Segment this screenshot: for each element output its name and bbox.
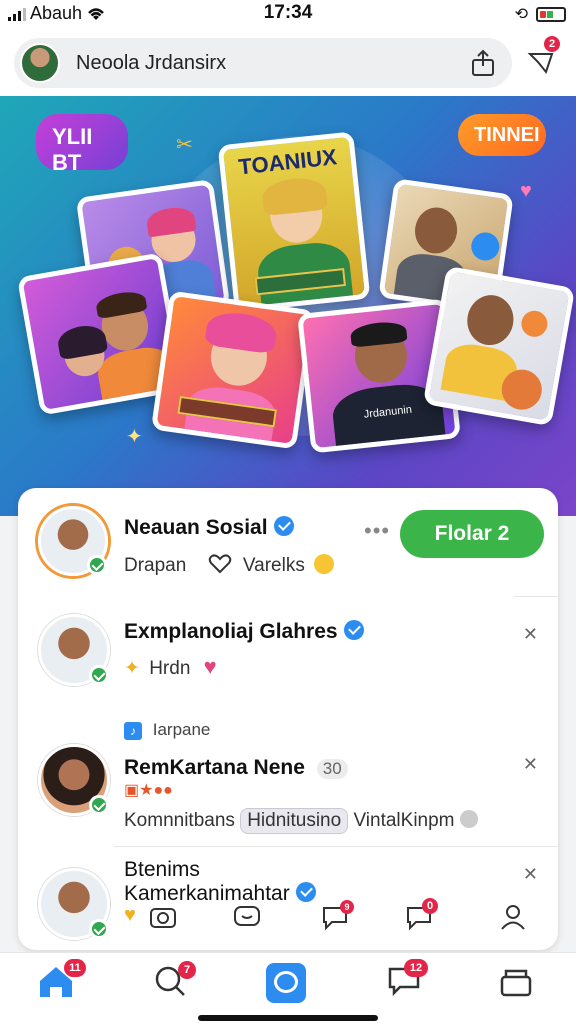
emoji-icon	[314, 554, 335, 574]
dismiss-icon[interactable]: ✕	[523, 754, 538, 775]
library-icon	[500, 969, 532, 997]
camera-icon[interactable]	[148, 902, 178, 932]
reaction-label: Varelks	[242, 555, 305, 576]
home-indicator	[198, 1015, 378, 1021]
character-card[interactable]	[422, 265, 576, 427]
notification-badge: 2	[544, 36, 560, 52]
avatar[interactable]	[20, 43, 60, 83]
profile-icon[interactable]	[498, 902, 528, 932]
comment-badge: 9	[340, 900, 354, 914]
user-meta: Drapan Varelks	[124, 554, 335, 577]
notifications-button[interactable]: 2	[526, 36, 560, 76]
heart-emoji-icon[interactable]: ♥	[124, 904, 136, 927]
avatar[interactable]	[38, 614, 110, 686]
bottom-nav: 11 7 12	[0, 952, 576, 1024]
message-badge: 0	[422, 898, 438, 914]
nav-library[interactable]	[498, 963, 542, 1003]
more-options-icon[interactable]: •••	[364, 518, 390, 544]
dismiss-icon[interactable]: ✕	[523, 864, 538, 885]
user-name: RemKartana Nene 30	[124, 756, 348, 780]
feed-item[interactable]: Neauan Sosial Drapan Varelks ••• Flolar …	[18, 488, 558, 592]
sparkle-icon: ✂	[176, 134, 193, 156]
music-icon: ♪	[124, 722, 142, 740]
heart-outline-icon[interactable]	[208, 554, 232, 574]
nav-home[interactable]: 11	[36, 959, 86, 1003]
verified-icon	[273, 516, 294, 536]
profile-pill[interactable]: Neoola Jrdansirx	[14, 38, 512, 88]
item-header: ♪ Iarpane	[124, 720, 210, 740]
online-check-icon	[89, 795, 109, 815]
hero-banner[interactable]: YLII BT TINNEI ✂ ♫ ✦ ♥ TOANIUX	[0, 96, 576, 516]
feed-item[interactable]: ♪ Iarpane RemKartana Nene 30 ▣★●● Komnni…	[18, 716, 558, 846]
messages-badge: 12	[404, 959, 428, 977]
chat-icon[interactable]	[232, 902, 262, 932]
nav-create[interactable]	[266, 963, 310, 1003]
profile-name: Neoola Jrdansirx	[76, 52, 227, 74]
dismiss-icon[interactable]: ✕	[523, 624, 538, 645]
user-meta: ✦ Hrdn ♥	[124, 654, 217, 680]
verified-icon	[343, 620, 364, 640]
feed-panel: Neauan Sosial Drapan Varelks ••• Flolar …	[18, 488, 558, 950]
meta-label: Hrdn	[149, 658, 191, 679]
action-label[interactable]: Drapan	[124, 555, 186, 576]
user-name: Neauan Sosial	[124, 516, 294, 540]
header-bar: Neoola Jrdansirx 2	[0, 28, 576, 96]
nav-search[interactable]: 7	[152, 961, 196, 1003]
character-card[interactable]	[150, 290, 316, 450]
star-icon: ✦	[126, 426, 143, 448]
battery-icon	[536, 6, 566, 22]
divider	[114, 846, 558, 847]
tag-chip[interactable]: Hidnitusino	[240, 808, 349, 834]
star-emoji-icon: ✦	[124, 658, 140, 679]
avatar[interactable]	[38, 744, 110, 816]
info-icon[interactable]	[459, 810, 478, 828]
speech-bubble-right: TINNEI	[458, 114, 546, 156]
online-check-icon	[89, 665, 109, 685]
status-bar: Abauh 17:34 ⟲	[0, 0, 576, 28]
rotation-lock-icon: ⟲	[514, 6, 528, 23]
user-name-line1: Btenims	[124, 858, 200, 881]
heart-emoji-icon: ♥	[203, 654, 217, 679]
speech-bubble-left: YLII BT	[36, 114, 128, 175]
post-actions: ♥ 9 0	[18, 896, 558, 940]
status-right: ⟲	[515, 4, 566, 24]
create-icon	[266, 963, 306, 1003]
clock: 17:34	[263, 2, 313, 23]
feed-item[interactable]: Exmplanoliaj Glahres ✦ Hrdn ♥ ✕	[18, 600, 558, 700]
nav-messages[interactable]: 12	[386, 959, 430, 1003]
emoji-row: ▣★●●	[124, 782, 173, 799]
share-icon[interactable]	[470, 49, 496, 77]
heart-icon: ♥	[520, 180, 532, 202]
avatar[interactable]	[38, 506, 108, 576]
count-badge: 30	[316, 759, 348, 779]
user-meta: Komnnitbans Hidnitusino VintalKinpm	[124, 808, 478, 834]
divider	[514, 596, 558, 597]
follow-button[interactable]: Flolar 2	[400, 510, 544, 558]
online-check-icon	[87, 555, 107, 575]
card-title: TOANIUX	[237, 144, 339, 180]
user-name: Exmplanoliaj Glahres	[124, 620, 364, 644]
search-badge: 7	[178, 961, 196, 979]
home-badge: 11	[64, 959, 86, 977]
character-card[interactable]: TOANIUX	[217, 131, 371, 313]
